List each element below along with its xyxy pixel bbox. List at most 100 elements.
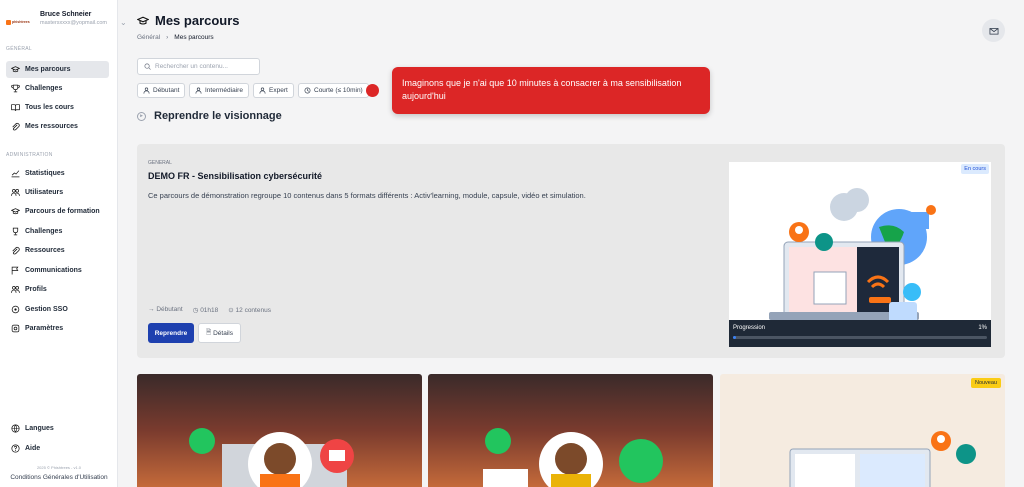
contents-icon: ⊙	[228, 307, 234, 314]
sidebar-item-label: Profils	[25, 286, 47, 293]
arrow-icon: →	[148, 306, 155, 313]
book-icon	[11, 104, 20, 111]
status-badge: En cours	[961, 164, 989, 174]
help-icon	[11, 444, 20, 453]
user-icon	[195, 87, 202, 94]
search-icon	[144, 63, 151, 70]
graduation-cap-icon	[137, 16, 149, 25]
sidebar-item-label: Challenges	[25, 228, 63, 235]
sidebar-item-label: Langues	[25, 425, 54, 432]
play-icon: ▸	[137, 111, 146, 121]
sidebar-item-label: Challenges	[25, 85, 63, 92]
sidebar-item-statistiques[interactable]: Statistiques	[6, 165, 109, 182]
sidebar-item-tous-les-cours[interactable]: Tous les cours	[6, 99, 109, 116]
duration-meta: ◷ 01h18	[192, 307, 219, 314]
globe-icon	[11, 424, 20, 433]
page-title: Mes parcours	[137, 13, 240, 28]
filter-debutant[interactable]: Débutant	[137, 83, 186, 98]
chart-icon	[11, 170, 20, 178]
course-meta: → Débutant ◷ 01h18 ⊙ 12 contenus	[148, 306, 271, 314]
settings-icon	[11, 324, 20, 333]
filter-courte[interactable]: Courte (≤ 10min)	[298, 83, 369, 98]
cursor-marker	[366, 84, 379, 97]
resume-button[interactable]: Reprendre	[148, 323, 194, 343]
sidebar-item-label: Aide	[25, 445, 41, 452]
filter-intermediaire[interactable]: Intermédiaire	[189, 83, 249, 98]
sidebar-item-parametres[interactable]: Paramètres	[6, 320, 109, 337]
course-description: Ce parcours de démonstration regroupe 10…	[148, 191, 586, 200]
section-title-resume: ▸ Reprendre le visionnage	[137, 110, 282, 122]
section-general-label: GÉNÉRAL	[6, 46, 32, 52]
sidebar-item-label: Utilisateurs	[25, 189, 64, 196]
sidebar-item-challenges[interactable]: Challenges	[6, 80, 109, 97]
trophy-icon	[12, 227, 19, 236]
breadcrumb-current: Mes parcours	[174, 34, 214, 41]
paperclip-icon	[12, 122, 20, 131]
sidebar-item-admin-challenges[interactable]: Challenges	[6, 223, 109, 240]
sidebar-item-label: Communications	[25, 267, 82, 274]
filter-expert[interactable]: Expert	[253, 83, 294, 98]
sidebar-item-label: Paramètres	[25, 325, 64, 332]
sidebar: phishtrees Bruce Schneier mastersxxxx@yo…	[0, 0, 118, 487]
user-email: mastersxxxx@yopmail.com	[40, 20, 108, 26]
graduation-cap-icon	[11, 66, 20, 73]
breadcrumb-general[interactable]: Général	[137, 34, 160, 41]
search-input[interactable]	[155, 63, 255, 70]
course-thumbnail-2	[428, 374, 713, 487]
sidebar-item-label: Parcours de formation	[25, 208, 100, 215]
featured-course-card[interactable]: GENERAL DEMO FR - Sensibilisation cybers…	[137, 144, 1005, 358]
course-card-2[interactable]	[428, 374, 713, 487]
sidebar-item-parcours-de-formation[interactable]: Parcours de formation	[6, 203, 109, 220]
user-menu[interactable]: phishtrees Bruce Schneier mastersxxxx@yo…	[6, 11, 114, 35]
sidebar-item-label: Ressources	[25, 247, 65, 254]
sidebar-item-communications[interactable]: Communications	[6, 262, 109, 279]
course-card-3[interactable]: Nouveau	[720, 374, 1005, 487]
sidebar-item-langues[interactable]: Langues	[6, 420, 109, 437]
sidebar-item-label: Tous les cours	[25, 104, 74, 111]
new-badge: Nouveau	[970, 378, 1001, 388]
graduation-cap-icon	[11, 208, 20, 215]
document-icon: 🗎	[206, 328, 212, 336]
user-name: Bruce Schneier	[40, 11, 92, 18]
users-icon	[11, 286, 20, 293]
progress-fill	[733, 336, 736, 339]
messages-button[interactable]	[982, 19, 1005, 42]
sidebar-item-gestion-sso[interactable]: Gestion SSO	[6, 301, 109, 318]
sidebar-item-mes-parcours[interactable]: Mes parcours	[6, 61, 109, 78]
flag-icon	[11, 266, 19, 275]
course-thumbnail: En cours Progression 1%	[729, 162, 991, 347]
clock-icon	[304, 87, 311, 94]
sso-icon	[11, 305, 20, 314]
trophy-icon	[11, 84, 20, 93]
breadcrumb: Général › Mes parcours	[137, 34, 214, 41]
cgu-link[interactable]: Conditions Générales d'Utilisation	[0, 474, 118, 481]
details-button[interactable]: 🗎 Détails	[198, 323, 241, 343]
clock-icon: ◷	[192, 307, 199, 314]
sidebar-item-aide[interactable]: Aide	[6, 440, 109, 457]
sidebar-item-label: Statistiques	[25, 170, 65, 177]
course-category: GENERAL	[148, 160, 172, 166]
annotation-tooltip: Imaginons que je n'ai que 10 minutes à c…	[392, 67, 710, 114]
course-thumbnail-1	[137, 374, 422, 487]
paperclip-icon	[12, 246, 20, 255]
section-admin-label: ADMINISTRATION	[6, 152, 53, 158]
progress-bar: Progression 1%	[729, 320, 991, 347]
course-card-1[interactable]	[137, 374, 422, 487]
sidebar-item-mes-ressources[interactable]: Mes ressources	[6, 118, 109, 135]
user-icon	[259, 87, 266, 94]
sidebar-item-utilisateurs[interactable]: Utilisateurs	[6, 184, 109, 201]
course-title: DEMO FR - Sensibilisation cybersécurité	[148, 171, 323, 181]
app-logo: phishtrees	[6, 16, 34, 28]
search-box[interactable]	[137, 58, 260, 75]
sidebar-item-label: Mes ressources	[25, 123, 78, 130]
sidebar-item-ressources[interactable]: Ressources	[6, 242, 109, 259]
sidebar-item-label: Gestion SSO	[25, 306, 68, 313]
mail-icon	[989, 27, 998, 35]
page-title-text: Mes parcours	[155, 13, 240, 28]
chevron-right-icon: ›	[166, 34, 169, 41]
sidebar-item-profils[interactable]: Profils	[6, 281, 109, 298]
user-icon	[143, 87, 150, 94]
level-meta: → Débutant	[148, 306, 183, 313]
sidebar-item-label: Mes parcours	[25, 66, 71, 73]
chevron-down-icon[interactable]: ⌄	[120, 18, 127, 27]
